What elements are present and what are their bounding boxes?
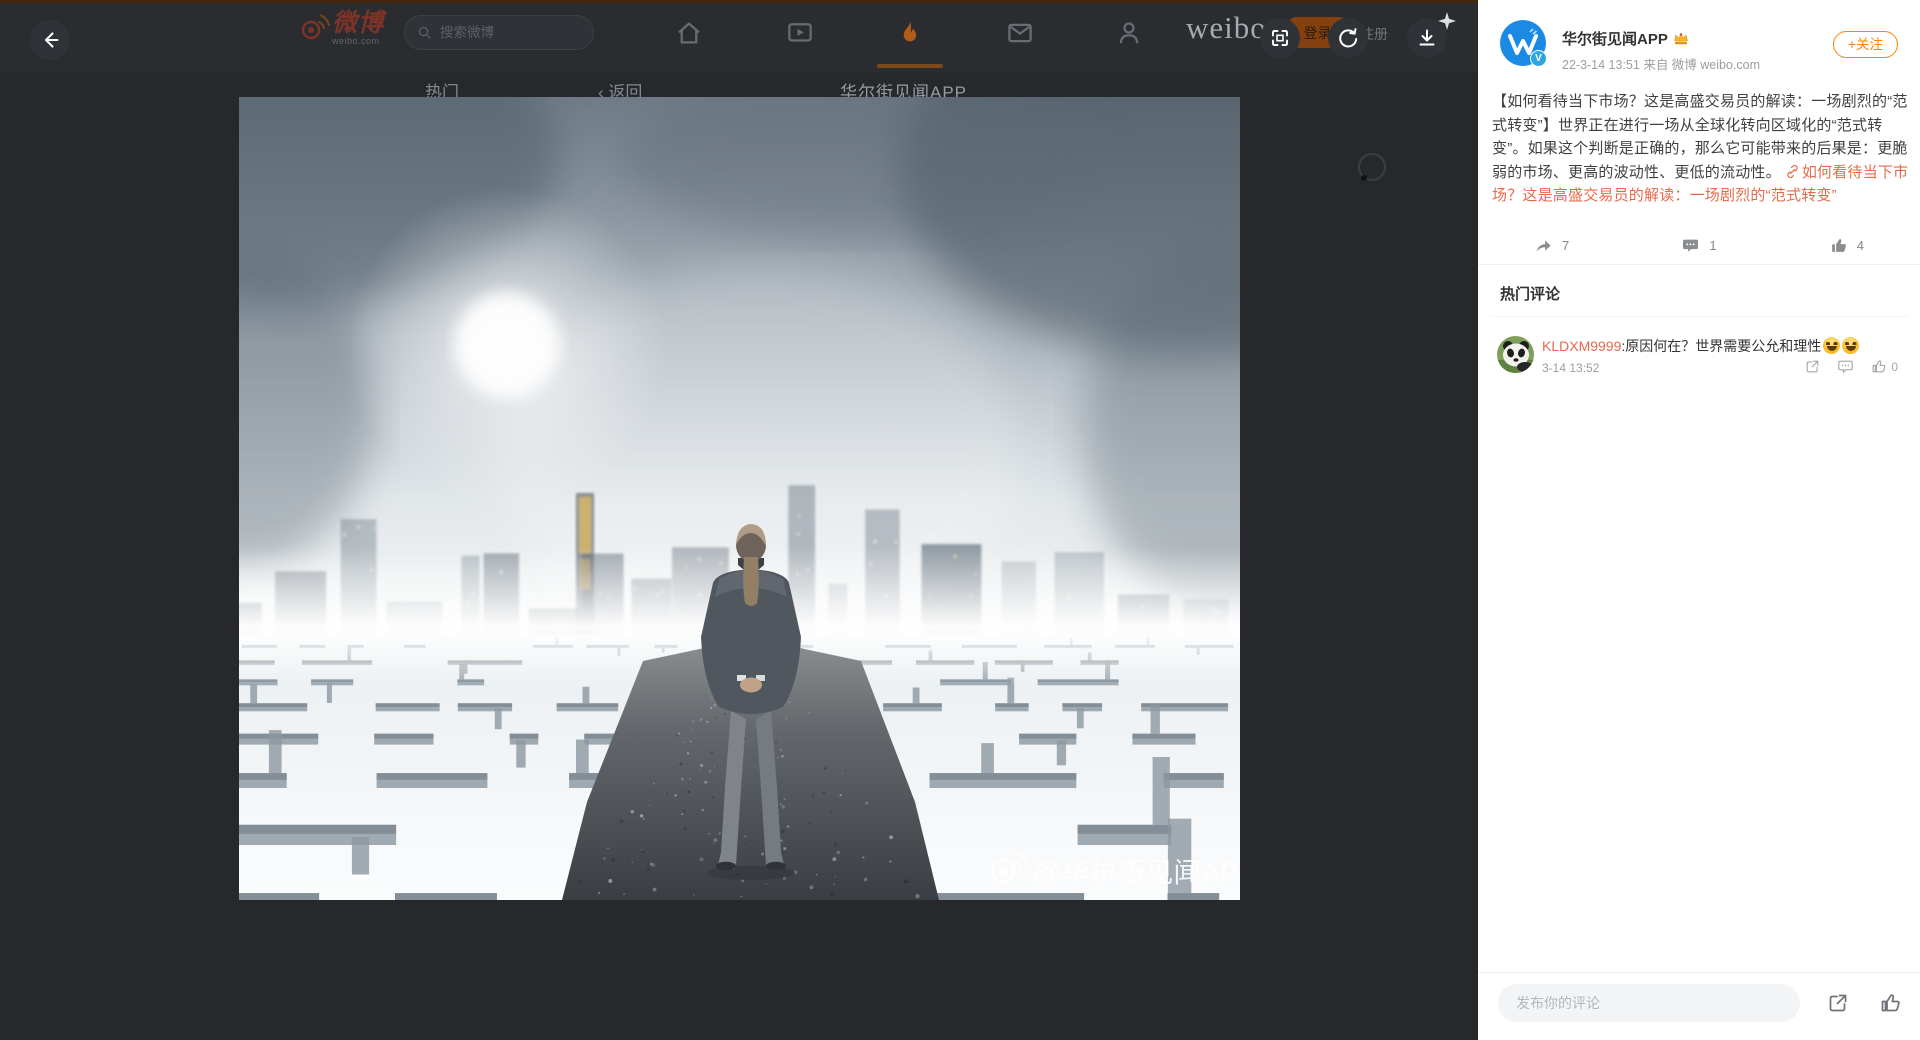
hot-comments-title: 热门评论 bbox=[1500, 283, 1560, 304]
composer-forward-icon[interactable] bbox=[1826, 991, 1850, 1015]
active-tab-underline bbox=[877, 64, 943, 68]
post-actions: 7 1 4 bbox=[1478, 230, 1920, 260]
fit-screen-icon bbox=[1268, 26, 1292, 50]
comment-input[interactable] bbox=[1498, 984, 1800, 1022]
share-count: 7 bbox=[1562, 238, 1569, 253]
download-icon bbox=[1415, 26, 1439, 50]
comment-actions: 0 bbox=[1804, 358, 1898, 375]
share-button[interactable]: 7 bbox=[1478, 230, 1625, 260]
post-meta: 22-3-14 13:51 来自 微博 weibo.com bbox=[1562, 54, 1760, 73]
vip-crown-icon bbox=[1673, 31, 1689, 46]
weibo-eye-icon bbox=[298, 10, 332, 44]
comment-icon bbox=[1681, 236, 1700, 255]
laugh-emoji bbox=[1823, 337, 1840, 354]
laugh-emoji bbox=[1842, 337, 1859, 354]
like-button[interactable]: 4 bbox=[1773, 230, 1920, 260]
comment-like-button[interactable]: 0 bbox=[1870, 358, 1898, 375]
rotate-icon bbox=[1336, 26, 1360, 50]
back-arrow-icon bbox=[38, 28, 62, 52]
post-time: 22-3-14 13:51 bbox=[1562, 58, 1640, 72]
svg-text:@华尔街见闻APP: @华尔街见闻APP bbox=[1033, 857, 1240, 888]
comment-time: 3-14 13:52 bbox=[1542, 361, 1599, 375]
weibo-wordmark: weibo bbox=[1186, 10, 1267, 46]
link-icon bbox=[1785, 164, 1800, 179]
reply-icon[interactable] bbox=[1837, 358, 1854, 375]
comment-composer bbox=[1478, 972, 1920, 1040]
divider bbox=[1490, 316, 1908, 317]
weibo-logo-domain: weibo.com bbox=[332, 36, 384, 46]
comment-like-count: 0 bbox=[1891, 360, 1898, 374]
commenter-name[interactable]: KLDXM9999 bbox=[1542, 338, 1621, 354]
commenter-avatar[interactable] bbox=[1497, 336, 1534, 373]
home-icon bbox=[674, 18, 704, 48]
comment-content: KLDXM9999:原因何在？世界需要公允和理性 bbox=[1542, 337, 1898, 356]
comment-count: 1 bbox=[1709, 238, 1716, 253]
post-source: 来自 微博 weibo.com bbox=[1643, 58, 1760, 72]
main-image[interactable]: @华尔街见闻APP bbox=[239, 97, 1240, 900]
composer-like-icon[interactable] bbox=[1878, 991, 1902, 1015]
comment-button[interactable]: 1 bbox=[1625, 230, 1772, 260]
loading-spinner bbox=[1358, 153, 1386, 181]
fit-screen-button[interactable] bbox=[1260, 18, 1300, 58]
like-count: 4 bbox=[1857, 238, 1864, 253]
search-box bbox=[404, 15, 594, 50]
post-text: 【如何看待当下市场？这是高盛交易员的解读：一场剧烈的“范式转变”】世界正在进行一… bbox=[1492, 90, 1910, 208]
weibo-logo: 微博 weibo.com bbox=[298, 10, 384, 46]
post-detail-panel: V 华尔街见闻APP 22-3-14 13:51 来自 微博 weibo.com… bbox=[1478, 0, 1920, 1040]
divider bbox=[1478, 264, 1920, 265]
verified-badge-icon: V bbox=[1530, 50, 1547, 67]
comment-text: 原因何在？世界需要公允和理性 bbox=[1625, 338, 1821, 354]
search-input bbox=[440, 25, 570, 40]
download-button[interactable] bbox=[1407, 18, 1447, 58]
rotate-button[interactable] bbox=[1328, 18, 1368, 58]
search-icon bbox=[417, 25, 432, 40]
hot-fire-icon bbox=[895, 18, 925, 48]
forward-icon[interactable] bbox=[1804, 358, 1821, 375]
thumbs-up-outline-icon bbox=[1870, 358, 1887, 375]
message-icon bbox=[1005, 18, 1035, 48]
share-icon bbox=[1534, 236, 1553, 255]
profile-icon bbox=[1114, 18, 1144, 48]
comment-emojis bbox=[1821, 338, 1859, 354]
close-back-button[interactable] bbox=[30, 20, 70, 60]
weibo-image-lightbox: 微博 weibo.com bbox=[0, 0, 1920, 1040]
author-name[interactable]: 华尔街见闻APP bbox=[1562, 28, 1668, 49]
follow-button[interactable]: +关注 bbox=[1833, 31, 1898, 58]
weibo-logo-text: 微博 bbox=[332, 10, 384, 36]
lightbox-overlay: 微博 weibo.com bbox=[0, 0, 1478, 1040]
video-icon bbox=[785, 18, 815, 48]
thumbs-up-icon bbox=[1829, 236, 1848, 255]
